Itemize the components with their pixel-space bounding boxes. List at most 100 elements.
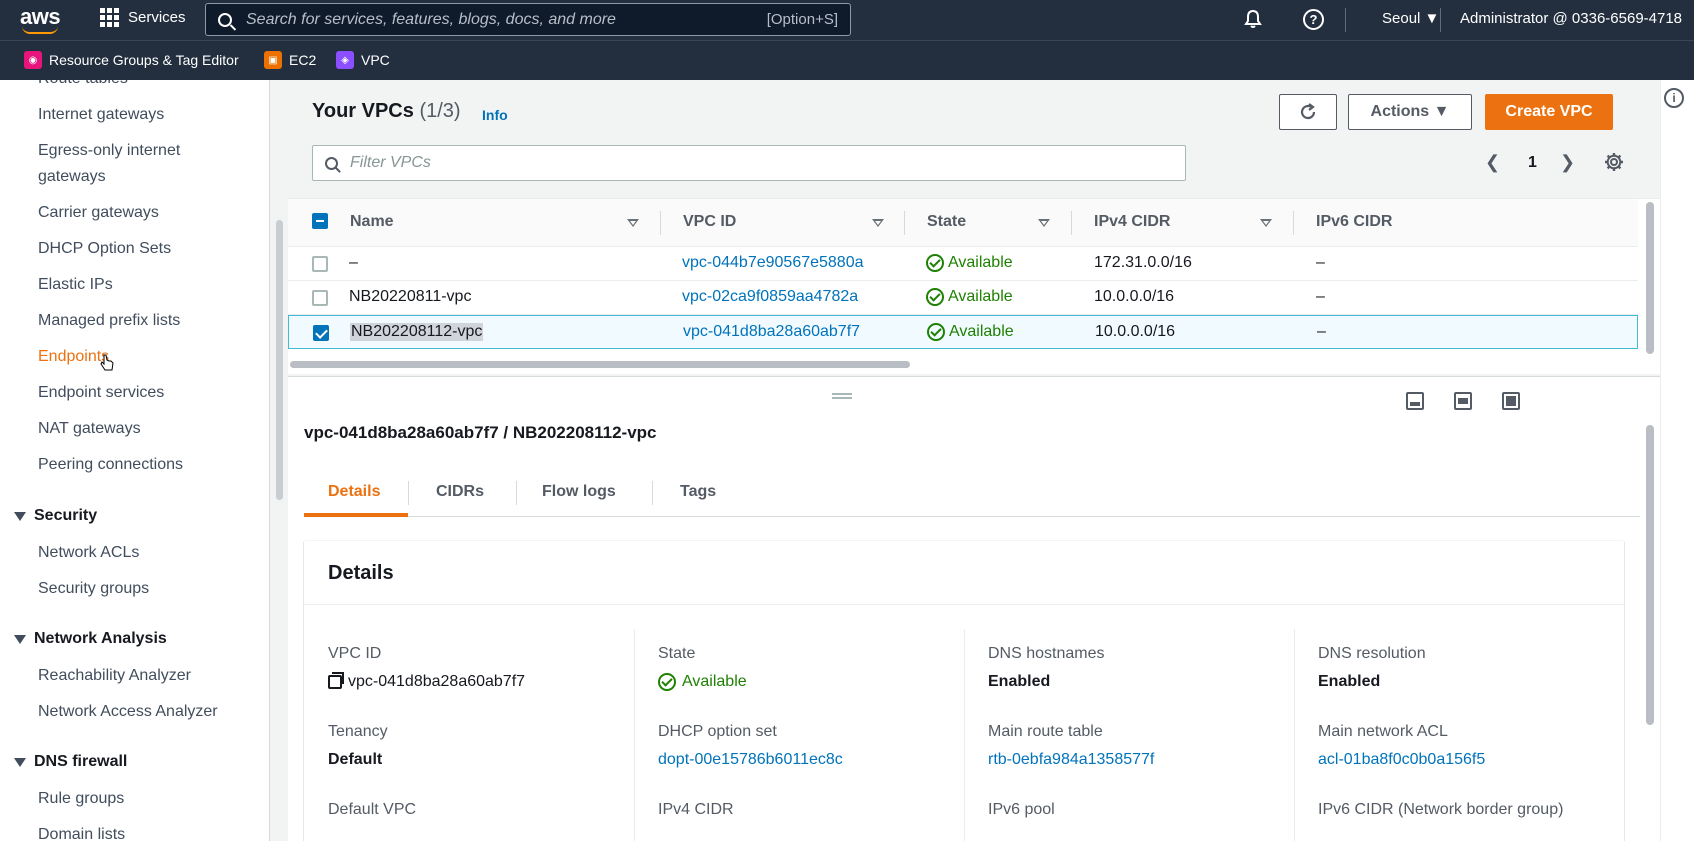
sidebar-item-elastic-ips[interactable]: Elastic IPs (38, 272, 113, 298)
column-divider[interactable] (1293, 211, 1294, 235)
sidebar-item-endpoint-services[interactable]: Endpoint services (38, 380, 164, 406)
caret-down-icon (14, 757, 26, 767)
favorite-resource-groups[interactable]: ◉ Resource Groups & Tag Editor (24, 51, 239, 69)
row-checkbox[interactable] (312, 256, 328, 272)
ipv6-cidr: – (1317, 323, 1326, 340)
page-title-text: Your VPCs (312, 100, 414, 122)
sidebar-section-security[interactable]: Security (14, 507, 97, 525)
region-selector[interactable]: Seoul ▼ (1382, 10, 1439, 27)
hand-cursor-icon (100, 354, 114, 371)
column-divider[interactable] (1071, 211, 1072, 235)
panel-maximize-icon[interactable] (1502, 392, 1520, 410)
column-header-vpc-id[interactable]: VPC ID (683, 213, 736, 231)
dhcp-option-set-link[interactable]: dopt-00e15786b6011ec8c (658, 751, 843, 769)
field-default-vpc: Default VPC (328, 801, 416, 819)
favorite-ec2[interactable]: ▣ EC2 (264, 51, 316, 69)
row-checkbox[interactable] (313, 325, 329, 341)
account-menu[interactable]: Administrator @ 0336-6569-4718 (1460, 10, 1682, 27)
sidebar-item-egress-only-internet-gateways[interactable]: gateways (38, 164, 106, 190)
vpc-id-link[interactable]: vpc-02ca9f0859aa4782a (682, 288, 858, 306)
sort-icon[interactable] (872, 219, 884, 227)
previous-page-icon[interactable]: ❮ (1485, 152, 1500, 173)
sidebar-item-security-groups[interactable]: Security groups (38, 576, 149, 602)
refresh-button[interactable] (1279, 94, 1337, 130)
table-row-selected[interactable]: NB202208112-vpc vpc-041d8ba28a60ab7f7 Av… (288, 315, 1638, 349)
refresh-icon (1300, 103, 1316, 120)
table-row[interactable]: NB20220811-vpc vpc-02ca9f0859aa4782a Ava… (288, 281, 1638, 315)
ipv4-cidr: 10.0.0.0/16 (1095, 323, 1176, 340)
sidebar-item-domain-lists[interactable]: Domain lists (38, 822, 125, 841)
next-page-icon[interactable]: ❯ (1560, 152, 1575, 173)
gear-icon[interactable] (1604, 152, 1624, 172)
row-checkbox[interactable] (312, 290, 328, 306)
column-header-ipv6-cidr[interactable]: IPv6 CIDR (1316, 213, 1392, 231)
aws-logo[interactable]: aws (20, 4, 64, 34)
vpc-id-link[interactable]: vpc-041d8ba28a60ab7f7 (683, 323, 860, 341)
sidebar-section-network-analysis[interactable]: Network Analysis (14, 630, 167, 648)
favorite-label: Resource Groups & Tag Editor (49, 52, 239, 68)
sidebar-item-nat-gateways[interactable]: NAT gateways (38, 416, 141, 442)
table-horizontal-scrollbar[interactable] (290, 361, 910, 368)
sidebar-scrollbar[interactable] (276, 220, 283, 500)
column-header-state[interactable]: State (927, 213, 966, 231)
sidebar-item-rule-groups[interactable]: Rule groups (38, 786, 124, 812)
page-number[interactable]: 1 (1528, 154, 1537, 172)
sort-icon[interactable] (1260, 219, 1272, 227)
sort-icon[interactable] (1038, 219, 1050, 227)
tab-tags[interactable]: Tags (680, 483, 716, 501)
help-icon[interactable]: ? (1303, 9, 1324, 30)
table-row[interactable]: – vpc-044b7e90567e5880a Available 172.31… (288, 247, 1638, 281)
column-divider[interactable] (904, 211, 905, 235)
field-tenancy: Tenancy Default (328, 723, 388, 769)
vpc-name: NB20220811-vpc (349, 288, 472, 305)
sidebar-section-dns-firewall[interactable]: DNS firewall (14, 753, 127, 771)
sidebar-item-dhcp-option-sets[interactable]: DHCP Option Sets (38, 236, 171, 262)
sidebar-item-endpoints[interactable]: Endpoints (38, 344, 109, 370)
table-vertical-scrollbar[interactable] (1646, 202, 1654, 354)
tab-divider (652, 481, 653, 505)
tab-cidrs[interactable]: CIDRs (436, 483, 484, 501)
sort-icon[interactable] (627, 219, 639, 227)
sidebar-item-managed-prefix-lists[interactable]: Managed prefix lists (38, 308, 180, 334)
favorite-vpc[interactable]: ◈ VPC (336, 51, 390, 69)
sidebar-item-internet-gateways[interactable]: Internet gateways (38, 102, 164, 128)
vpc-id-link[interactable]: vpc-044b7e90567e5880a (682, 254, 864, 272)
selection-count: (1/3) (419, 100, 461, 122)
global-search[interactable]: [Option+S] (205, 3, 851, 36)
tab-details[interactable]: Details (328, 483, 380, 501)
ipv6-cidr: – (1316, 288, 1325, 305)
top-navigation: aws Services [Option+S] ? Seoul ▼ Admini… (0, 0, 1694, 40)
services-menu-button[interactable]: Services (100, 8, 186, 27)
select-all-checkbox[interactable] (312, 213, 328, 229)
global-search-input[interactable] (246, 10, 736, 29)
panel-position-bottom-icon[interactable] (1406, 392, 1424, 410)
sidebar-item-network-access-analyzer[interactable]: Network Access Analyzer (38, 699, 218, 725)
copy-icon[interactable] (328, 672, 344, 689)
split-panel-drag-handle[interactable] (832, 393, 852, 399)
sidebar-item-peering-connections[interactable]: Peering connections (38, 452, 183, 478)
details-vertical-scrollbar[interactable] (1646, 425, 1654, 725)
actions-button[interactable]: Actions ▼ (1348, 94, 1472, 130)
create-vpc-button[interactable]: Create VPC (1485, 94, 1613, 130)
search-shortcut-hint: [Option+S] (766, 11, 838, 28)
sidebar-item-reachability-analyzer[interactable]: Reachability Analyzer (38, 663, 191, 689)
filter-vpcs[interactable] (312, 145, 1186, 181)
info-link[interactable]: Info (482, 107, 508, 123)
info-panel-icon[interactable]: i (1664, 88, 1684, 108)
main-route-table-link[interactable]: rtb-0ebfa984a1358577f (988, 751, 1154, 769)
bell-icon[interactable] (1243, 9, 1263, 29)
sidebar-item-route-tables[interactable]: Route tables (38, 80, 128, 92)
section-title: Network Analysis (34, 630, 167, 647)
check-circle-icon (927, 323, 945, 341)
sidebar-item-egress-only-internet-gateways[interactable]: Egress-only internet (38, 138, 180, 164)
sidebar-item-carrier-gateways[interactable]: Carrier gateways (38, 200, 159, 226)
panel-position-side-icon[interactable] (1454, 392, 1472, 410)
column-divider[interactable] (660, 211, 661, 235)
column-header-ipv4-cidr[interactable]: IPv4 CIDR (1094, 213, 1170, 231)
main-network-acl-link[interactable]: acl-01ba8f0c0b0a156f5 (1318, 751, 1485, 769)
filter-vpcs-input[interactable] (350, 154, 1150, 172)
column-header-name[interactable]: Name (350, 213, 394, 231)
sidebar-item-network-acls[interactable]: Network ACLs (38, 540, 139, 566)
tab-flow-logs[interactable]: Flow logs (542, 483, 616, 501)
state-text: Available (948, 288, 1013, 305)
